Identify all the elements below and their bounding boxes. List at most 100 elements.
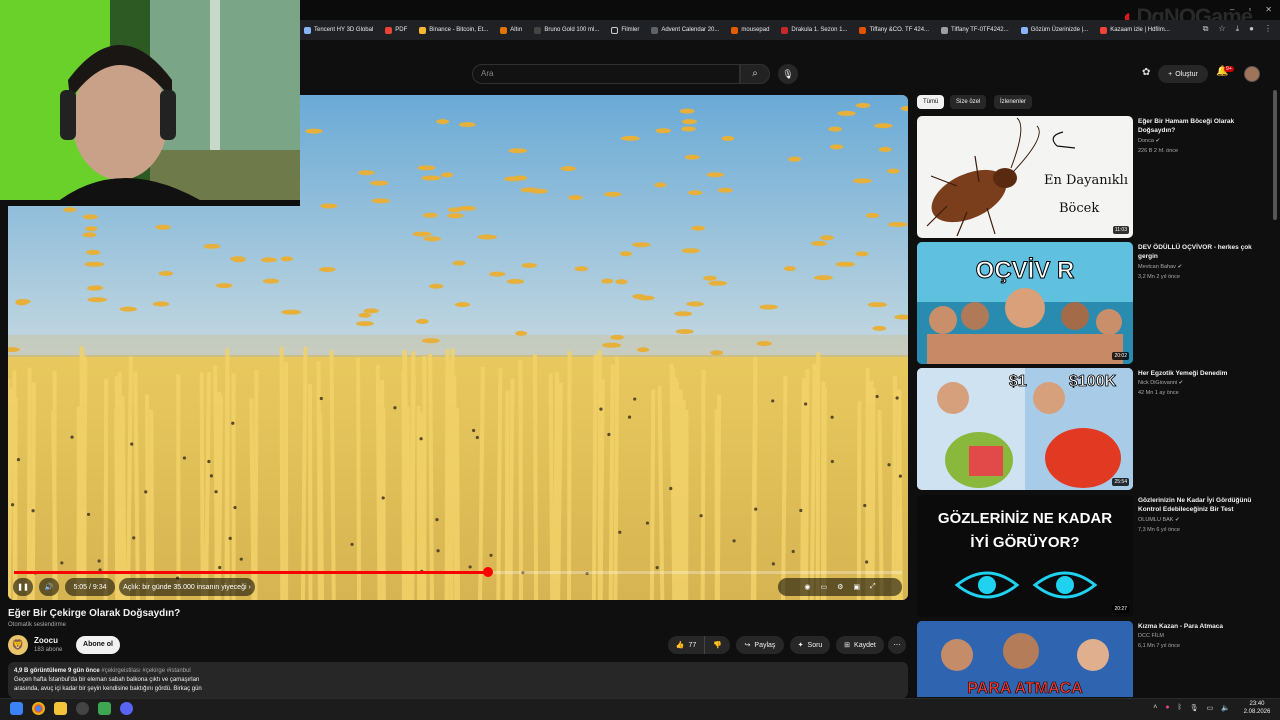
volume-icon[interactable]: 🔈 — [1221, 704, 1230, 712]
like-button[interactable]: 👍 77 — [668, 636, 704, 654]
locust-distant — [599, 407, 603, 411]
volume-button[interactable]: 🔊 — [39, 578, 59, 596]
profile-icon[interactable]: ● — [1249, 24, 1254, 34]
locust — [603, 191, 622, 197]
bookmark[interactable]: Gözüm Üzerinizde |... — [1020, 26, 1088, 34]
locust — [601, 278, 614, 284]
bookmark[interactable]: Advent Calendar 20... — [651, 26, 719, 34]
file-explorer-icon[interactable] — [54, 702, 67, 715]
user-avatar[interactable] — [1244, 66, 1260, 82]
search-button[interactable]: ⌕ — [740, 64, 770, 84]
microphone-icon[interactable]: 🎙 — [1190, 704, 1199, 712]
bookmark-star-icon[interactable]: ☆ — [1218, 24, 1225, 34]
wheat-stalk — [204, 372, 211, 600]
locust-distant — [607, 432, 611, 437]
recommendation-thumbnail[interactable]: GÖZLERİNİZ NE KADAR İYİ GÖRÜYOR? 20:27 — [917, 495, 1133, 617]
recommendation-channel[interactable]: Mevtcan Bahav ✔ — [1138, 264, 1182, 270]
miniplayer-icon[interactable]: ▣ — [853, 583, 860, 591]
discord-icon[interactable] — [120, 702, 133, 715]
channel-name[interactable]: Zoocu — [34, 636, 58, 645]
locust-distant — [830, 415, 834, 419]
locust — [756, 340, 772, 346]
app-tray-icon[interactable]: ● — [1165, 704, 1169, 712]
search-input[interactable]: Ara — [472, 64, 740, 84]
bookmark[interactable]: Bruno Gold 100 ml... — [534, 26, 599, 34]
chip-all[interactable]: Tümü — [917, 95, 945, 109]
more-actions-button[interactable]: ⋯ — [888, 636, 906, 654]
bookmark[interactable]: Binance - Bitcoin, Et... — [419, 26, 488, 34]
chip-watched[interactable]: İzlenenler — [994, 95, 1033, 109]
windows-start-icon[interactable] — [10, 702, 23, 715]
bluetooth-icon[interactable]: ᛒ — [1178, 704, 1182, 712]
chip-for-you[interactable]: Size özel — [950, 95, 987, 109]
extensions-icon[interactable]: ⧉ — [1203, 24, 1209, 34]
video-title: Eğer Bir Çekirge Olarak Doğsaydın? — [8, 608, 181, 619]
obs-icon[interactable] — [76, 702, 89, 715]
recommendation-title[interactable]: Eğer Bir Hamam Böceği Olarak Doğsaydın? — [1138, 117, 1258, 135]
recommendation-channel[interactable]: Nick DiGiovanni ✔ — [1138, 380, 1183, 386]
bookmark[interactable]: mousepad — [731, 26, 769, 34]
bookmark[interactable]: Tiffany TF-0TF4242... — [941, 26, 1009, 34]
app-icon[interactable] — [98, 702, 111, 715]
subtitles-icon[interactable]: ▭ — [820, 583, 827, 591]
maximize-icon[interactable]: ▫ — [1248, 5, 1251, 14]
recommendation-title[interactable]: Kızma Kazan - Para Atmaca — [1138, 622, 1258, 631]
fullscreen-icon[interactable]: ⤢ — [870, 583, 876, 591]
description-box[interactable]: 4,9 B görüntüleme 9 gün önce #çekirgeist… — [8, 662, 908, 698]
bookmark[interactable]: Altın — [500, 26, 522, 34]
ask-button[interactable]: ✦ Soru — [790, 636, 830, 654]
locust — [681, 248, 700, 254]
wheat-stalk — [26, 367, 32, 600]
recommendation-thumbnail[interactable]: En Dayanıklı Böcek 11:03 — [917, 116, 1133, 238]
network-icon[interactable]: ▭ — [1207, 704, 1214, 712]
recommendation-channel[interactable]: DCC FİLM — [1138, 633, 1164, 639]
bookmark-folder[interactable]: Filmler — [611, 26, 639, 34]
wheat-stalk — [613, 356, 620, 600]
recommendation-channel[interactable]: OLUMLU BAK ✔ — [1138, 517, 1180, 523]
recommendation-thumbnail[interactable]: $1 $100K 25:54 — [917, 368, 1133, 490]
close-icon[interactable]: ✕ — [1265, 5, 1272, 14]
channel-avatar[interactable]: 🦁 — [8, 635, 28, 655]
live-icon[interactable]: ✿ — [1142, 67, 1150, 78]
bookmark[interactable]: Tiffany &CO. TF 424... — [859, 26, 929, 34]
minimize-icon[interactable]: – — [1230, 5, 1234, 14]
locust-distant — [799, 508, 803, 513]
locust-distant — [489, 553, 493, 557]
bookmark[interactable]: PDF — [385, 26, 407, 34]
autoplay-toggle-icon[interactable]: ◉ — [804, 583, 810, 591]
chapter-button[interactable]: Açlık: bir günde 35.000 insanın yiyeceği… — [119, 578, 255, 596]
share-button[interactable]: ↪ Paylaş — [736, 636, 784, 654]
menu-kebab-icon[interactable]: ⋮ — [1264, 24, 1272, 34]
page-scrollbar[interactable] — [1273, 90, 1277, 220]
recommendation-thumbnail[interactable]: PARA ATMACA — [917, 621, 1133, 697]
create-button[interactable]: + Oluştur — [1158, 65, 1208, 83]
chevron-up-icon[interactable]: ˄ — [1153, 704, 1157, 712]
voice-search-button[interactable]: 🎙 — [778, 64, 798, 84]
locust — [85, 226, 98, 232]
bookmark[interactable]: Tencent HY 3D Global — [304, 26, 373, 34]
recommendation-thumbnail[interactable]: OÇVİV R 20:02 — [917, 242, 1133, 364]
locust — [887, 221, 908, 227]
locust — [158, 271, 174, 277]
chrome-icon[interactable] — [32, 702, 45, 715]
bookmark[interactable]: Kazaam izle | Hdfilm... — [1100, 26, 1170, 34]
wheat-stalk — [329, 350, 336, 600]
recommendation-title[interactable]: Her Egzotik Yemeği Denedim — [1138, 369, 1258, 378]
taskbar-date[interactable]: 2.08.2026 — [1242, 709, 1272, 715]
eye-test-thumbnail-art: GÖZLERİNİZ NE KADAR İYİ GÖRÜYOR? — [938, 510, 1112, 599]
download-icon[interactable]: ⤓ — [1236, 24, 1240, 34]
recommendation-title[interactable]: DEV ÖDÜLLÜ OÇVİVOR - herkes çok gergin — [1138, 243, 1258, 261]
thumb-caption: Böcek — [1059, 201, 1099, 216]
dislike-button[interactable]: 👎 — [704, 636, 730, 654]
settings-gear-icon[interactable]: ⚙ — [837, 583, 843, 591]
save-button[interactable]: ⊞ Kaydet — [836, 636, 884, 654]
pause-button[interactable]: ❚❚ — [13, 578, 33, 596]
wheat-stalk — [81, 359, 88, 600]
taskbar-time[interactable]: 23:40 — [1242, 701, 1272, 707]
recommendation-channel[interactable]: Donca ✔ — [1138, 138, 1160, 144]
recommendation-title[interactable]: Gözlerinizin Ne Kadar İyi Gördüğünü Kont… — [1138, 496, 1258, 514]
locust-distant — [228, 536, 232, 540]
subscribe-button[interactable]: Abone ol — [76, 636, 120, 654]
bookmark[interactable]: Drakula 1. Sezon 1... — [781, 26, 847, 34]
bookmarks-bar: Tencent HY 3D Global PDF Binance - Bitco… — [300, 20, 1280, 40]
